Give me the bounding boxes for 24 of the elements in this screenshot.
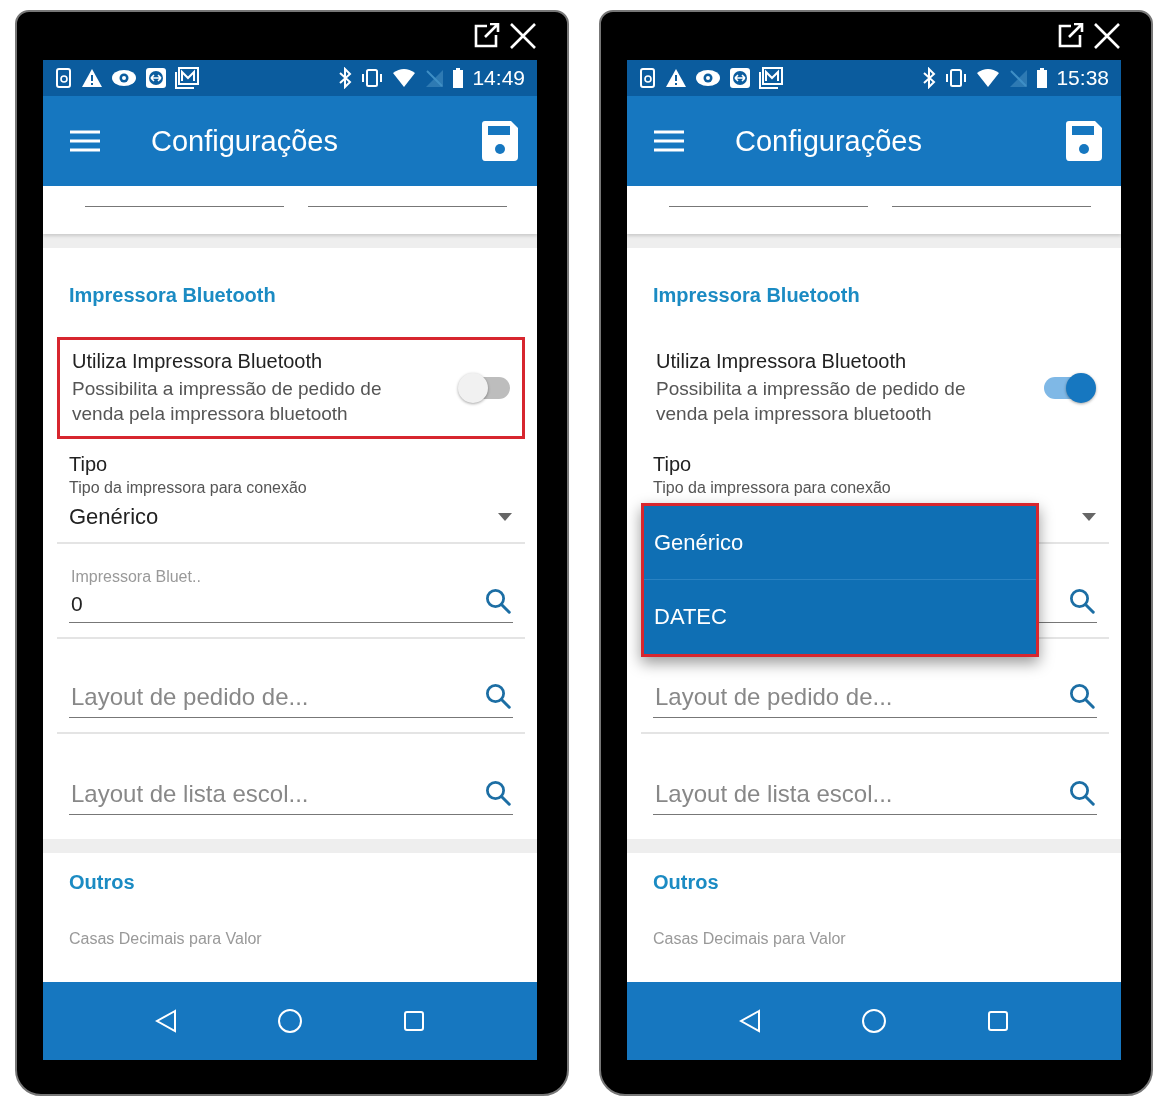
setting-title: Utiliza Impressora Bluetooth — [72, 350, 324, 373]
field-label: Casas Decimais para Valor — [653, 930, 847, 949]
section-heading: Outros — [69, 871, 136, 895]
field-value: 0 — [71, 592, 84, 617]
field-placeholder: Layout de pedido de... — [71, 683, 310, 712]
setting-title: Utiliza Impressora Bluetooth — [656, 350, 908, 373]
field-label: Casas Decimais para Valor — [69, 930, 263, 949]
setting-hint: Tipo da impressora para conexão — [653, 479, 892, 498]
field-label: Impressora Bluet.. — [71, 568, 202, 587]
status-time: 15:38 — [1056, 66, 1109, 90]
setting-description: Possibilita a impressão de pedido de venda pela impressora bluetooth — [656, 377, 967, 426]
section-heading: Outros — [653, 871, 720, 895]
setting-hint: Tipo da impressora para conexão — [69, 479, 308, 498]
app-title: Configurações — [151, 124, 339, 158]
section-heading: Impressora Bluetooth — [652, 283, 861, 308]
field-placeholder: Layout de lista escol... — [71, 780, 310, 809]
field-placeholder: Layout de lista escol... — [655, 780, 894, 809]
setting-title: Tipo — [653, 453, 693, 477]
app-title: Configurações — [735, 124, 923, 158]
status-time: 14:49 — [472, 66, 525, 90]
section-heading: Impressora Bluetooth — [68, 283, 277, 308]
field-placeholder: Layout de pedido de... — [655, 683, 894, 712]
setting-title: Tipo — [69, 453, 109, 477]
setting-description: Possibilita a impressão de pedido de venda pela impressora bluetooth — [72, 377, 383, 426]
